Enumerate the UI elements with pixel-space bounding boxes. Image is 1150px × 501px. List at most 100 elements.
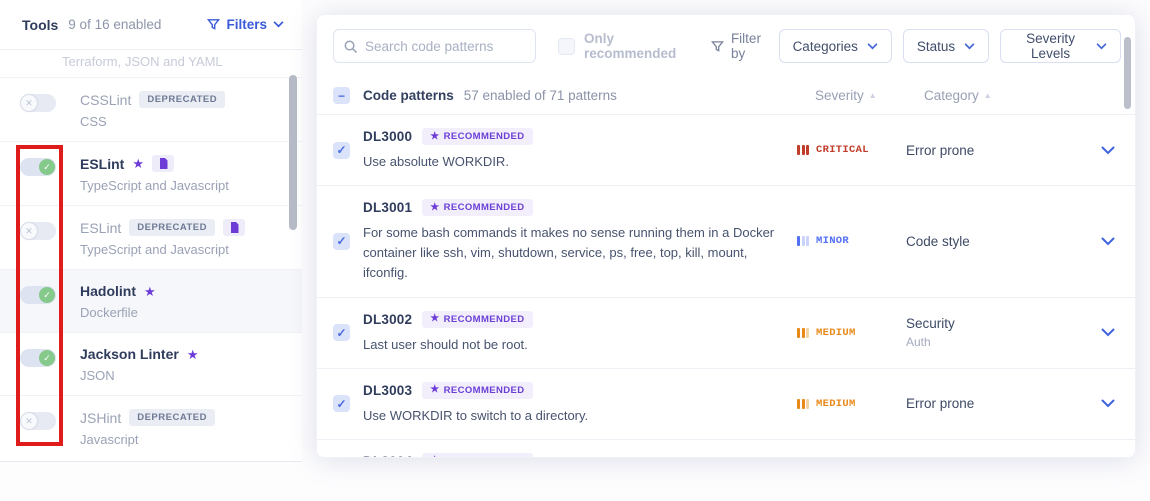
tool-name: Jackson Linter [80, 346, 179, 362]
tools-sidebar: Tools 9 of 16 enabled Filters Terraform,… [0, 0, 302, 462]
chevron-down-icon [1096, 42, 1107, 50]
search-input[interactable] [365, 38, 525, 54]
sidebar-scrollbar[interactable] [289, 75, 297, 230]
partial-tool-subtitle: Terraform, JSON and YAML [0, 50, 302, 78]
severity-cell: CRITICAL [797, 144, 906, 156]
category-cell: Code style [906, 234, 1078, 249]
tool-item-eslint-deprecated[interactable]: ✕ ESLint DEPRECATED TypeScript and Javas… [0, 206, 302, 270]
severity-bars-icon [797, 236, 809, 247]
toggle-off[interactable]: ✕ [20, 412, 56, 430]
tool-name: Hadolint [80, 283, 136, 299]
funnel-icon [207, 18, 221, 31]
star-icon: ★ [430, 313, 440, 325]
severity-label: MEDIUM [816, 326, 856, 339]
tool-item-hadolint[interactable]: ✓ Hadolint ★ Dockerfile [0, 270, 302, 333]
config-file-icon [152, 155, 174, 172]
pattern-description: Last user should not be root. [363, 336, 528, 352]
pattern-row[interactable]: ✓ DL3001 ★ RECOMMENDED For some bash comm… [317, 186, 1135, 298]
pattern-row[interactable]: ✓ DL3004 ★RECOMMENDED Do not use sudo as… [317, 440, 1135, 457]
toggle-on[interactable]: ✓ [20, 158, 56, 176]
expand-row-button[interactable] [1078, 146, 1135, 155]
toggle-knob-check-icon: ✓ [39, 159, 55, 175]
toggle-on[interactable]: ✓ [20, 286, 56, 304]
filter-by-label: Filter by [730, 31, 761, 61]
filters-label: Filters [226, 17, 267, 32]
severity-levels-dropdown[interactable]: Severity Levels [1000, 29, 1121, 63]
tool-name: ESLint [80, 219, 122, 236]
category-header-label: Category [924, 88, 979, 103]
select-all-checkbox[interactable]: − [333, 87, 350, 104]
tool-item-jshint[interactable]: ✕ JSHint DEPRECATED Javascript [0, 396, 302, 459]
star-icon: ★ [186, 346, 199, 362]
tool-subtitle: TypeScript and Javascript [80, 242, 229, 257]
pattern-code: DL3003 [363, 382, 413, 398]
severity-cell: MEDIUM [797, 398, 906, 410]
pattern-checkbox[interactable]: ✓ [333, 395, 350, 413]
severity-bars-icon [797, 398, 809, 409]
toggle-knob-check-icon: ✓ [39, 287, 55, 303]
pattern-row[interactable]: ✓ DL3002 ★ RECOMMENDED Last user should n… [317, 298, 1135, 369]
star-icon: ★ [144, 283, 156, 299]
pattern-code: DL3000 [363, 129, 413, 144]
search-box[interactable] [333, 29, 536, 63]
page: Tools 9 of 16 enabled Filters Terraform,… [0, 0, 1150, 501]
filters-button[interactable]: Filters [207, 17, 284, 32]
severity-cell: MINOR [797, 235, 906, 247]
tool-list: Terraform, JSON and YAML ✕ CSSLint DEPRE… [0, 50, 302, 459]
expand-row-button[interactable] [1078, 399, 1135, 408]
only-recommended-checkbox[interactable] [558, 37, 575, 55]
category-cell: Security Auth [906, 316, 1078, 349]
chevron-down-icon [273, 21, 284, 28]
status-dropdown-label: Status [916, 38, 956, 54]
code-patterns-title: Code patterns [363, 88, 454, 103]
star-icon: ★ [132, 156, 144, 171]
star-icon: ★ [430, 130, 440, 142]
severity-label: MINOR [816, 235, 850, 248]
patterns-scrollbar[interactable] [1124, 37, 1131, 109]
severity-cell: MEDIUM [797, 327, 906, 339]
sort-ascending-icon: ▲ [868, 91, 877, 100]
toggle-on[interactable]: ✓ [20, 349, 56, 367]
pattern-checkbox[interactable]: ✓ [333, 324, 350, 342]
recommended-badge: ★RECOMMENDED [422, 199, 533, 217]
tools-enabled-summary: 9 of 16 enabled [68, 17, 162, 32]
pattern-description: For some bash commands it makes no sense… [363, 225, 775, 281]
pattern-checkbox[interactable]: ✓ [333, 232, 350, 250]
tool-item-eslint[interactable]: ✓ ESLint ★ TypeScript and Javascript [0, 142, 302, 206]
tool-item-csslint[interactable]: ✕ CSSLint DEPRECATED CSS [0, 78, 302, 142]
pattern-code: DL3004 [363, 454, 412, 457]
star-icon: ★ [430, 456, 439, 457]
status-dropdown[interactable]: Status [902, 29, 990, 63]
tool-subtitle: Dockerfile [80, 305, 138, 320]
tool-name: CSSLint [80, 91, 132, 108]
patterns-enabled-summary: 57 enabled of 71 patterns [463, 88, 617, 103]
recommended-badge: ★RECOMMENDED [422, 310, 533, 328]
category-sort-header[interactable]: Category ▲ [924, 88, 992, 103]
toggle-knob-x-icon: ✕ [21, 223, 37, 239]
tools-header: Tools 9 of 16 enabled Filters [0, 0, 302, 50]
deprecated-badge: DEPRECATED [139, 91, 226, 108]
categories-dropdown[interactable]: Categories [778, 29, 892, 63]
toggle-off[interactable]: ✕ [20, 222, 56, 240]
severity-label: MEDIUM [816, 397, 856, 410]
severity-sort-header[interactable]: Severity ▲ [815, 88, 877, 103]
code-patterns-panel: Only recommended Filter by Categories St… [316, 14, 1136, 458]
tool-item-jackson-linter[interactable]: ✓ Jackson Linter ★ JSON [0, 333, 302, 396]
category-name: Error prone [906, 396, 975, 412]
severity-label: CRITICAL [816, 144, 869, 157]
pattern-row[interactable]: ✓ DL3003 ★ RECOMMENDED Use WORKDIR to swi… [317, 369, 1135, 440]
toggle-knob-check-icon: ✓ [39, 350, 55, 366]
severity-bars-icon [797, 145, 809, 156]
pattern-row[interactable]: ✓ DL3000 ★ RECOMMENDED Use absolute WORKD… [317, 115, 1135, 187]
funnel-icon [710, 40, 724, 53]
expand-row-button[interactable] [1078, 237, 1135, 246]
expand-row-button[interactable] [1078, 328, 1135, 337]
config-file-icon [223, 219, 245, 236]
category-cell: Error prone [906, 143, 1078, 158]
toggle-off[interactable]: ✕ [20, 94, 56, 112]
pattern-code: DL3001 [363, 200, 413, 216]
pattern-checkbox[interactable]: ✓ [333, 141, 350, 159]
category-subname: Auth [906, 335, 931, 350]
tool-name: ESLint [80, 155, 125, 172]
star-icon: ★ [430, 201, 440, 213]
